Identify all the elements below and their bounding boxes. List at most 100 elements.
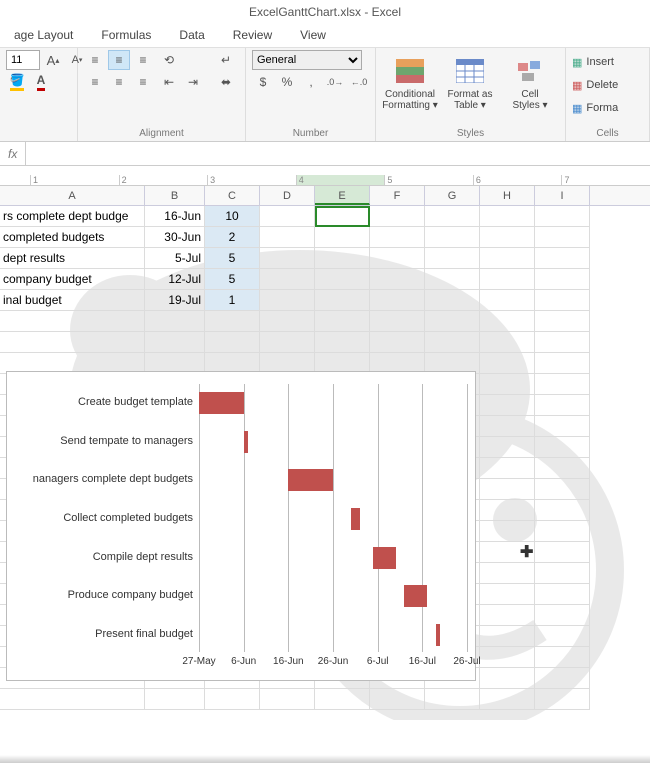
cell[interactable] <box>535 479 590 500</box>
formula-input[interactable] <box>26 142 650 165</box>
cell[interactable]: 2 <box>205 227 260 248</box>
cell[interactable]: company budget <box>0 269 145 290</box>
cell[interactable] <box>260 311 315 332</box>
accounting-format-icon[interactable]: $ <box>252 72 274 92</box>
cell[interactable] <box>480 563 535 584</box>
cell[interactable] <box>425 269 480 290</box>
cell[interactable] <box>370 269 425 290</box>
cell[interactable]: rs complete dept budge <box>0 206 145 227</box>
cell[interactable] <box>480 626 535 647</box>
cell[interactable] <box>205 311 260 332</box>
column-header-B[interactable]: B <box>145 186 205 205</box>
cell[interactable] <box>315 206 370 227</box>
cell[interactable] <box>535 542 590 563</box>
cell[interactable] <box>480 206 535 227</box>
cell[interactable]: inal budget <box>0 290 145 311</box>
cell[interactable] <box>480 647 535 668</box>
merge-center-icon[interactable]: ⬌ <box>212 72 240 92</box>
align-left-icon[interactable]: ≡ <box>84 72 106 92</box>
fill-color-icon[interactable]: 🪣 <box>6 72 28 92</box>
align-middle-icon[interactable]: ≡ <box>108 50 130 70</box>
cell[interactable] <box>480 479 535 500</box>
cell[interactable] <box>145 332 205 353</box>
cell[interactable] <box>535 689 590 710</box>
cell[interactable] <box>535 311 590 332</box>
cell[interactable] <box>425 332 480 353</box>
cell[interactable] <box>480 248 535 269</box>
cell[interactable] <box>480 395 535 416</box>
cell[interactable] <box>535 206 590 227</box>
number-format-select[interactable]: General <box>252 50 362 70</box>
cell[interactable]: 19-Jul <box>145 290 205 311</box>
cell[interactable] <box>260 290 315 311</box>
column-header-H[interactable]: H <box>480 186 535 205</box>
cell[interactable] <box>535 290 590 311</box>
format-button[interactable]: ▦Forma <box>572 98 618 118</box>
cell[interactable] <box>535 668 590 689</box>
cell[interactable] <box>425 227 480 248</box>
cell[interactable] <box>425 689 480 710</box>
tab-data[interactable]: Data <box>165 24 218 47</box>
cell[interactable] <box>480 311 535 332</box>
cell[interactable] <box>315 332 370 353</box>
orientation-icon[interactable]: ⟲ <box>158 50 180 70</box>
cell[interactable] <box>480 227 535 248</box>
gantt-chart[interactable]: 27-May6-Jun16-Jun26-Jun6-Jul16-Jul26-Jul… <box>6 371 476 681</box>
cell[interactable] <box>480 290 535 311</box>
cell[interactable] <box>260 269 315 290</box>
cell[interactable] <box>260 227 315 248</box>
cell[interactable] <box>370 332 425 353</box>
cell[interactable] <box>535 626 590 647</box>
cell[interactable]: 30-Jun <box>145 227 205 248</box>
cell[interactable] <box>425 206 480 227</box>
cell[interactable] <box>315 248 370 269</box>
cell[interactable] <box>260 248 315 269</box>
cell-styles-button[interactable]: Cell Styles ▾ <box>502 50 558 116</box>
cell[interactable] <box>480 605 535 626</box>
cell[interactable] <box>315 311 370 332</box>
cell[interactable] <box>0 311 145 332</box>
cell[interactable] <box>260 332 315 353</box>
cell[interactable]: 16-Jun <box>145 206 205 227</box>
cell[interactable] <box>315 227 370 248</box>
cell[interactable] <box>370 248 425 269</box>
cell[interactable] <box>480 416 535 437</box>
decrease-decimal-icon[interactable]: ←.0 <box>348 72 370 92</box>
cell[interactable] <box>535 353 590 374</box>
font-color-icon[interactable]: A <box>30 72 52 92</box>
cell[interactable] <box>480 500 535 521</box>
cell[interactable] <box>535 227 590 248</box>
increase-decimal-icon[interactable]: .0→ <box>324 72 346 92</box>
column-header-C[interactable]: C <box>205 186 260 205</box>
cell[interactable] <box>535 416 590 437</box>
cell[interactable] <box>480 353 535 374</box>
cell[interactable] <box>535 395 590 416</box>
increase-font-icon[interactable]: A▴ <box>42 50 64 70</box>
delete-button[interactable]: ▦Delete <box>572 75 618 95</box>
cell[interactable] <box>480 458 535 479</box>
cell[interactable] <box>425 248 480 269</box>
cell[interactable]: 1 <box>205 290 260 311</box>
cell[interactable] <box>480 584 535 605</box>
format-as-table-button[interactable]: Format as Table ▾ <box>442 50 498 116</box>
cell[interactable] <box>315 269 370 290</box>
comma-format-icon[interactable]: , <box>300 72 322 92</box>
decrease-indent-icon[interactable]: ⇤ <box>158 72 180 92</box>
cell[interactable] <box>315 290 370 311</box>
cell[interactable] <box>0 689 145 710</box>
cell[interactable] <box>370 290 425 311</box>
align-right-icon[interactable]: ≡ <box>132 72 154 92</box>
cell[interactable] <box>535 605 590 626</box>
tab-pagelayout[interactable]: age Layout <box>0 24 87 47</box>
cell[interactable] <box>535 458 590 479</box>
cell[interactable] <box>535 437 590 458</box>
cell[interactable] <box>370 311 425 332</box>
tab-review[interactable]: Review <box>219 24 286 47</box>
cell[interactable] <box>535 500 590 521</box>
cell[interactable] <box>535 248 590 269</box>
fx-icon[interactable]: fx <box>0 142 26 165</box>
cell[interactable] <box>145 689 205 710</box>
cell[interactable] <box>370 689 425 710</box>
cell[interactable]: dept results <box>0 248 145 269</box>
align-top-icon[interactable]: ≡ <box>84 50 106 70</box>
